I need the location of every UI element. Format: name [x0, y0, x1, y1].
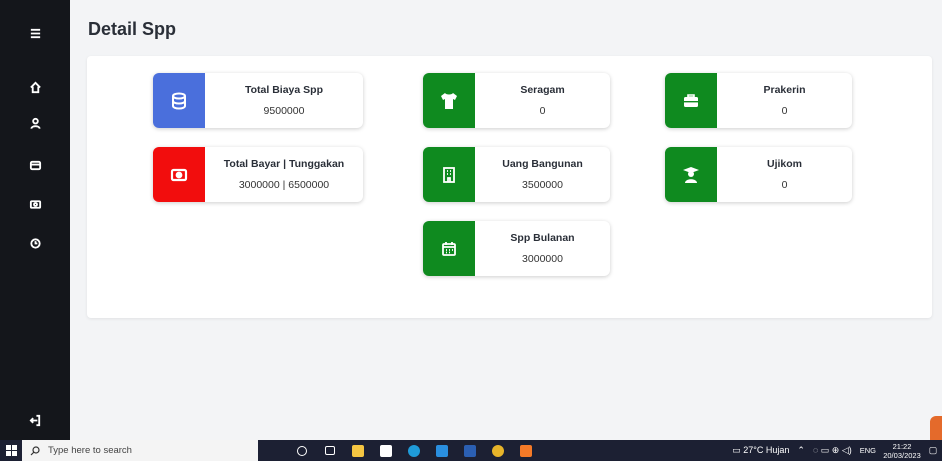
card-value: 0 [781, 105, 788, 117]
card-label: Total Biaya Spp [245, 84, 323, 96]
page-title: Detail Spp [88, 19, 177, 39]
card-icon-box [423, 147, 475, 202]
taskbar-search[interactable]: Type here to search [22, 440, 258, 461]
card-label: Ujikom [766, 158, 802, 170]
search-icon [30, 445, 40, 455]
card-value: 3500000 [522, 179, 563, 191]
task-view-button[interactable] [316, 440, 344, 461]
vscode-button[interactable] [428, 440, 456, 461]
corner-widget[interactable] [930, 416, 942, 440]
card-value: 0 [539, 105, 546, 117]
card-label: Seragam [520, 84, 565, 96]
sidebar [0, 0, 70, 440]
user-icon [29, 117, 41, 129]
briefcase-icon [684, 93, 698, 107]
card-value: 3000000 [522, 253, 563, 265]
vscode-icon [436, 444, 448, 457]
store-icon [380, 444, 392, 457]
building-icon [443, 166, 455, 183]
tray-chevron-up-icon[interactable]: ⌃ [797, 445, 805, 456]
card-label: Spp Bulanan [510, 232, 575, 244]
taskbar-apps [288, 440, 540, 461]
card-icon-box [423, 73, 475, 128]
menu-icon [30, 28, 40, 38]
card-value: 0 [781, 179, 788, 191]
sidebar-item-wallet[interactable] [0, 151, 70, 179]
start-button[interactable] [0, 440, 22, 461]
card-spp-bulanan: Spp Bulanan 3000000 [423, 221, 610, 276]
card-icon-box [665, 147, 717, 202]
cortana-icon [297, 445, 307, 456]
card-value: 9500000 [263, 105, 305, 117]
taskbar: Type here to search ▭ 27°C Hujan ⌃ ◌ ▭ ⊕… [0, 440, 942, 461]
card-total-biaya: Total Biaya Spp 9500000 [153, 73, 363, 128]
money-icon [29, 199, 41, 209]
weather-widget[interactable]: ▭ 27°C Hujan [732, 445, 789, 456]
sidebar-item-history[interactable] [0, 229, 70, 257]
database-icon [172, 92, 186, 110]
search-placeholder: Type here to search [48, 445, 132, 456]
card-icon-box [153, 73, 205, 128]
system-tray: ▭ 27°C Hujan ⌃ ◌ ▭ ⊕ ◁) ENG 21:22 20/03/… [728, 440, 942, 461]
word-icon [464, 444, 476, 457]
card-label: Total Bayar | Tunggakan [223, 158, 345, 170]
money-icon [170, 168, 188, 181]
card-total-bayar: Total Bayar | Tunggakan 3000000 | 650000… [153, 147, 363, 202]
detail-panel: Total Biaya Spp 9500000 Total Bayar | Tu… [87, 56, 932, 318]
card-icon-box [665, 73, 717, 128]
edge-icon [408, 444, 420, 457]
history-icon [29, 237, 41, 249]
word-button[interactable] [456, 440, 484, 461]
logout-button[interactable] [0, 406, 70, 434]
xampp-icon [520, 444, 532, 457]
folder-icon [352, 444, 364, 457]
store-button[interactable] [372, 440, 400, 461]
file-explorer-button[interactable] [344, 440, 372, 461]
windows-icon [5, 445, 17, 456]
clock-time: 21:22 [892, 441, 912, 451]
cortana-button[interactable] [288, 440, 316, 461]
home-icon [29, 81, 41, 93]
card-uang-bangunan: Uang Bangunan 3500000 [423, 147, 610, 202]
sidebar-item-payment[interactable] [0, 190, 70, 218]
tray-icons[interactable]: ◌ ▭ ⊕ ◁) [813, 445, 852, 456]
calendar-icon [442, 241, 456, 256]
edge-button[interactable] [400, 440, 428, 461]
clock[interactable]: 21:22 20/03/2023 [880, 442, 924, 460]
card-label: Prakerin [763, 84, 806, 96]
main-content: Detail Spp Total Biaya Spp 9500000 Total… [70, 0, 942, 440]
card-ujikom: Ujikom 0 [665, 147, 852, 202]
weather-text: 27°C Hujan [743, 445, 790, 455]
graduate-icon [683, 166, 699, 183]
card-icon-box [153, 147, 205, 202]
card-icon-box [423, 221, 475, 276]
menu-toggle-button[interactable] [0, 19, 70, 47]
card-prakerin: Prakerin 0 [665, 73, 852, 128]
language-indicator[interactable]: ENG [860, 446, 876, 455]
xampp-button[interactable] [512, 440, 540, 461]
clock-date: 20/03/2023 [883, 450, 921, 460]
notification-icon[interactable]: ▢ [924, 445, 942, 456]
card-value: 3000000 | 6500000 [238, 179, 330, 191]
sidebar-item-user[interactable] [0, 109, 70, 137]
sidebar-item-home[interactable] [0, 73, 70, 101]
wallet-icon [29, 160, 41, 170]
logout-icon [29, 414, 40, 426]
card-label: Uang Bangunan [502, 158, 583, 170]
chrome-button[interactable] [484, 440, 512, 461]
shirt-icon [441, 92, 457, 109]
chrome-icon [492, 444, 504, 457]
card-seragam: Seragam 0 [423, 73, 610, 128]
task-view-icon [325, 446, 335, 455]
